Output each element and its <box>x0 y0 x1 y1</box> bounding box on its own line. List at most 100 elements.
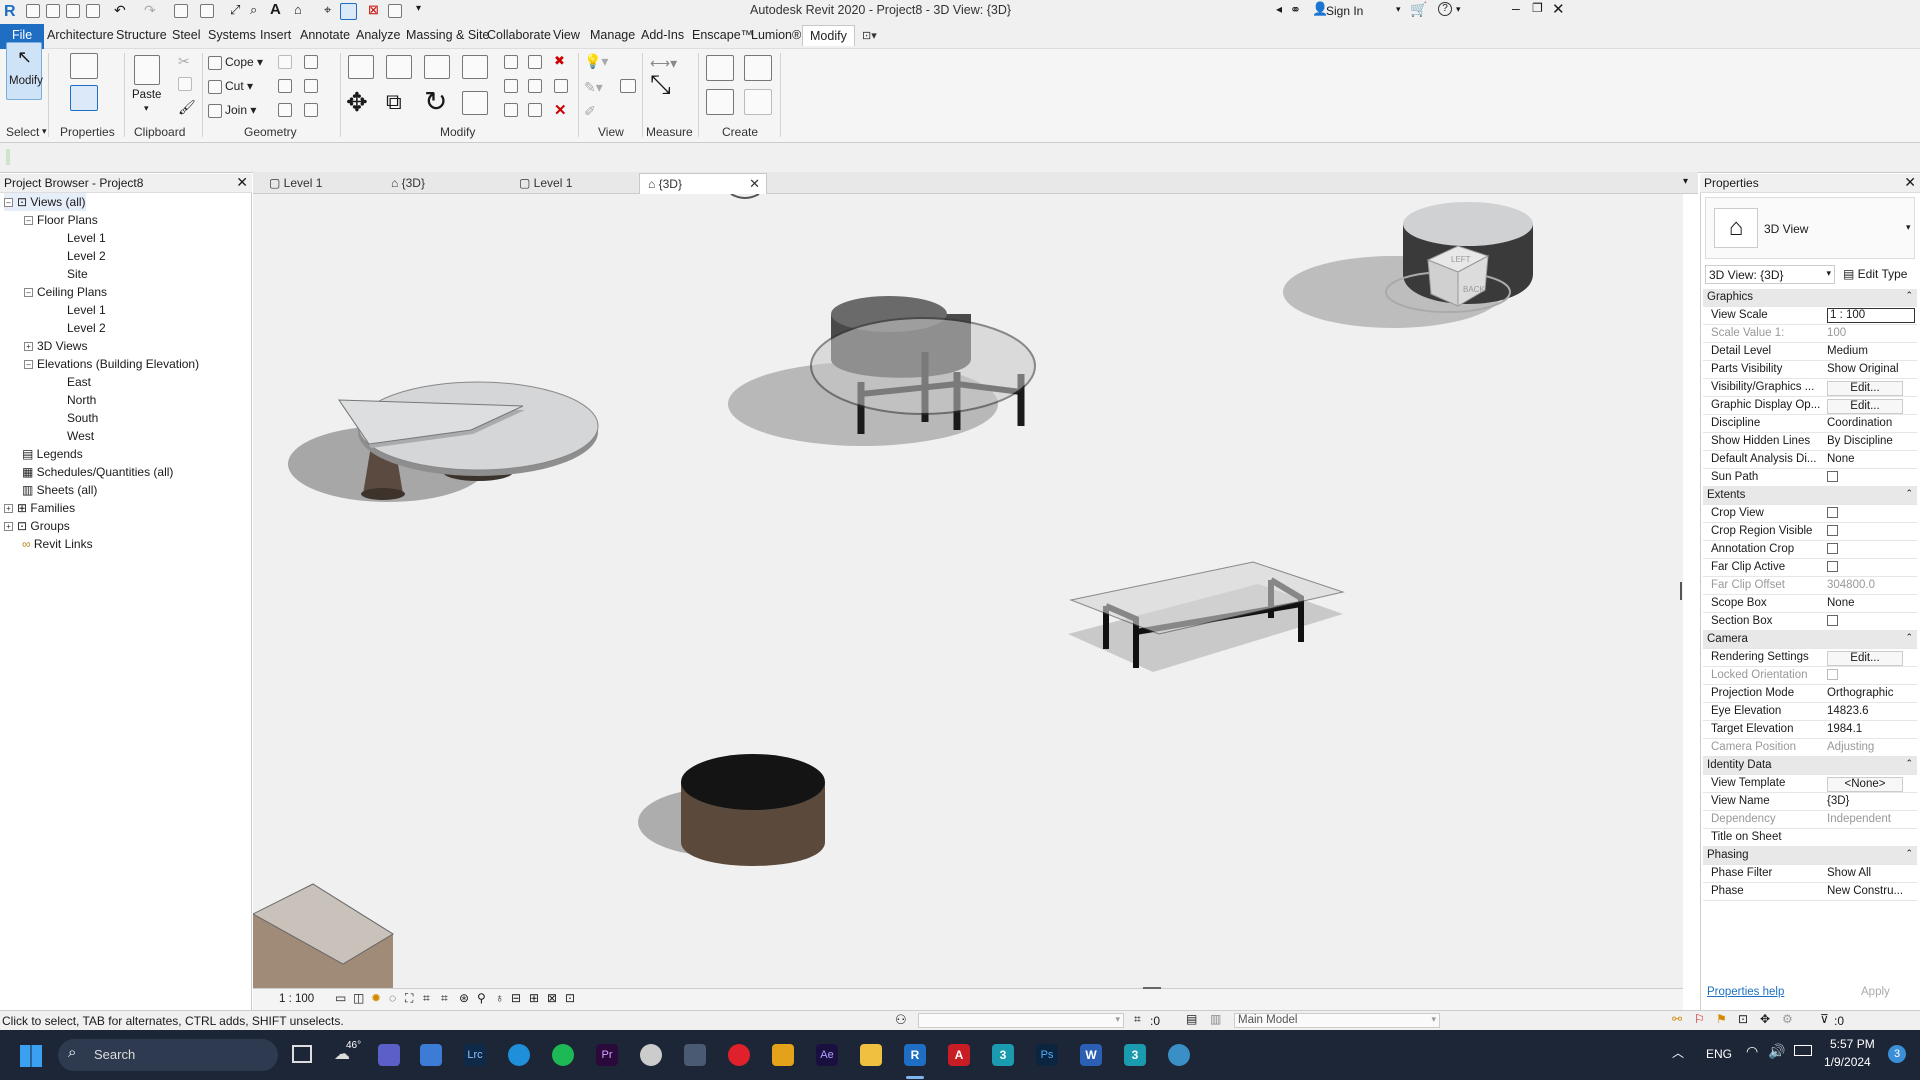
expand-toggle[interactable]: + <box>4 522 13 532</box>
marble-coffee-table-set[interactable] <box>288 381 599 502</box>
premiere-icon[interactable]: Pr <box>596 1044 618 1066</box>
constraints-icon[interactable]: ⊡ <box>565 991 575 1005</box>
expand-toggle[interactable]: + <box>4 504 13 514</box>
trim-extend-icon[interactable] <box>462 91 488 115</box>
demolish-icon[interactable] <box>278 103 292 117</box>
contextual-tab-dropdown-icon[interactable]: ⊡▾ <box>862 29 877 42</box>
text-icon[interactable]: A <box>270 1 281 18</box>
create-group-icon[interactable] <box>706 89 734 115</box>
folder-icon[interactable] <box>46 4 60 18</box>
section-icon[interactable]: ⌖ <box>324 2 331 18</box>
crop-region-checkbox[interactable] <box>1827 525 1838 537</box>
aligned-dimension-icon[interactable]: ⤢ <box>230 2 240 18</box>
wall-opening-icon[interactable] <box>304 103 318 117</box>
wifi-icon[interactable]: ◠ <box>1746 1043 1758 1060</box>
override-icon[interactable]: ✎▾ <box>584 79 603 96</box>
collapse-section-icon[interactable]: ⌃ <box>1905 758 1913 769</box>
tree-elevation-north[interactable]: North <box>67 391 96 409</box>
prop-title-on-sheet[interactable]: Title on Sheet <box>1703 829 1917 847</box>
print-icon[interactable] <box>174 4 188 18</box>
tree-ceiling-plans[interactable]: – Ceiling Plans <box>24 283 107 301</box>
crop-view-icon[interactable]: ⌗ <box>423 991 430 1006</box>
tab-massing-site[interactable]: Massing & Site <box>406 28 489 42</box>
offset-icon[interactable] <box>386 55 412 79</box>
filter-icon[interactable]: ⊽ <box>1820 1012 1829 1026</box>
3ds-max-icon-b[interactable]: 3 <box>1124 1044 1146 1066</box>
hide-bulb-icon[interactable]: 💡▾ <box>584 53 608 70</box>
undo-icon[interactable]: ↶ <box>114 2 126 19</box>
instance-selector[interactable]: 3D View: {3D} ▾ <box>1705 265 1835 284</box>
worksets-icon[interactable]: ⚇ <box>895 1012 907 1028</box>
marble-drum-table[interactable] <box>1283 202 1533 328</box>
help-icon[interactable]: ? <box>1438 2 1452 16</box>
teams-icon[interactable] <box>378 1044 400 1066</box>
prop-value[interactable]: New Constru... <box>1827 885 1915 897</box>
prop-crop-region[interactable]: Crop Region Visible <box>1703 523 1917 541</box>
open-icon[interactable] <box>26 4 40 18</box>
prop-crop-view[interactable]: Crop View <box>1703 505 1917 523</box>
clock-date[interactable]: 1/9/2024 <box>1824 1055 1871 1069</box>
match-properties-icon[interactable]: 🖌 <box>178 99 196 116</box>
prop-value[interactable]: Show All <box>1827 867 1915 879</box>
tree-3d-views[interactable]: +3D Views <box>24 337 87 355</box>
tab-insert[interactable]: Insert <box>260 28 291 42</box>
create-assembly-icon[interactable] <box>706 55 734 81</box>
collapse-toggle[interactable]: – <box>24 288 33 298</box>
spotify-icon[interactable] <box>552 1044 574 1066</box>
section-graphics[interactable]: Graphics ⌃ <box>1703 289 1917 307</box>
tab-list-dropdown-icon[interactable]: ▾ <box>1683 176 1688 187</box>
switch-windows-icon[interactable] <box>388 4 402 18</box>
create-parts-icon[interactable] <box>744 55 772 81</box>
lightroom-classic-icon[interactable]: Lrc <box>464 1044 486 1066</box>
mirror-draw-axis-icon[interactable] <box>462 55 488 79</box>
tree-schedules[interactable]: ▦ Schedules/Quantities (all) <box>22 463 173 481</box>
horizontal-scroll-thumb[interactable] <box>1143 987 1161 989</box>
save-icon[interactable] <box>66 4 80 18</box>
cart-icon[interactable]: 🛒 <box>1410 1 1427 18</box>
tree-floor-plan-level1[interactable]: Level 1 <box>67 229 106 247</box>
wood-box-planter[interactable] <box>253 883 394 988</box>
properties-icon[interactable] <box>70 85 98 111</box>
sign-in-dropdown-icon[interactable]: ▾ <box>1396 4 1401 15</box>
linework-icon[interactable]: ✐ <box>584 103 596 120</box>
prop-detail-level[interactable]: Detail Level Medium <box>1703 343 1917 361</box>
cope-button[interactable]: Cope ▾ <box>208 55 263 70</box>
render-icon[interactable]: ⛶ <box>405 991 413 1006</box>
lock-view-icon[interactable]: ⊛ <box>459 991 469 1005</box>
windows-start-icon[interactable] <box>20 1045 42 1067</box>
measure-qat-icon[interactable] <box>200 4 214 18</box>
join-button[interactable]: Join ▾ <box>208 103 256 118</box>
apply-button[interactable]: Apply <box>1861 986 1890 998</box>
select-pinned-icon[interactable]: ⚑ <box>1716 1012 1727 1026</box>
calendar-app-icon[interactable] <box>684 1044 706 1066</box>
prop-far-clip-active[interactable]: Far Clip Active <box>1703 559 1917 577</box>
background-processes-icon[interactable]: ⚙ <box>1782 1012 1793 1026</box>
properties-help-link[interactable]: Properties help <box>1707 986 1784 998</box>
sun-path-checkbox[interactable] <box>1827 471 1838 483</box>
project-browser-close-icon[interactable]: ✕ <box>236 174 248 191</box>
split-element-icon[interactable] <box>504 55 518 69</box>
dark-wood-drum-stool[interactable] <box>638 754 825 866</box>
editable-only-icon[interactable]: ⌗ <box>1134 1012 1141 1027</box>
prop-value[interactable]: 1 : 100 <box>1827 308 1915 323</box>
customize-qat-icon[interactable]: ▾ <box>416 3 421 14</box>
tab-systems[interactable]: Systems <box>208 28 256 42</box>
close-hidden-windows-icon[interactable]: ⊠ <box>368 2 379 18</box>
volume-icon[interactable]: 🔊 <box>1768 1043 1785 1060</box>
prop-discipline[interactable]: Discipline Coordination <box>1703 415 1917 433</box>
photos-icon[interactable] <box>420 1044 442 1066</box>
section-extents[interactable]: Extents ⌃ <box>1703 487 1917 505</box>
design-options-icon[interactable]: ▤ <box>1186 1012 1197 1026</box>
tree-views-all[interactable]: – ⊡ Views (all) <box>4 193 86 211</box>
rotate-icon[interactable]: ↻ <box>424 85 447 118</box>
paint-icon[interactable] <box>304 79 318 93</box>
view-scale-button[interactable]: 1 : 100 <box>279 993 314 1005</box>
prop-target-elevation[interactable]: Target Elevation 1984.1 <box>1703 721 1917 739</box>
sign-in-link[interactable]: Sign In <box>1326 4 1363 18</box>
revit-taskbar-icon[interactable]: R <box>904 1044 926 1066</box>
align-icon[interactable] <box>348 55 374 79</box>
tab-level1-a[interactable]: ▢ Level 1 <box>261 173 379 194</box>
tree-families[interactable]: + ⊞ Families <box>4 499 75 517</box>
crop-view-checkbox[interactable] <box>1827 507 1838 519</box>
tree-ceiling-level2[interactable]: Level 2 <box>67 319 106 337</box>
